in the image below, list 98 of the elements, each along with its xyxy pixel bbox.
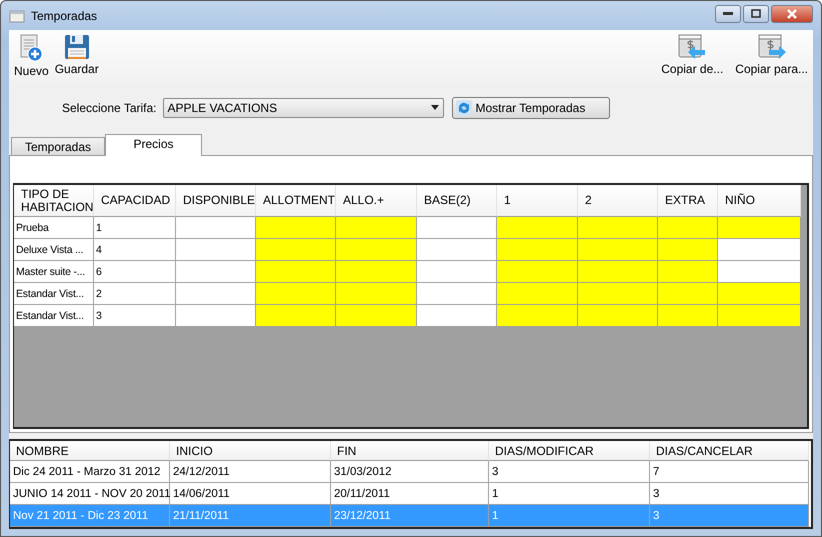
column-header[interactable]: DISPONIBLE [176,185,256,218]
table-cell[interactable] [336,283,417,306]
table-cell[interactable] [256,305,336,328]
table-cell[interactable] [578,261,658,284]
table-cell[interactable] [417,305,497,328]
table-cell[interactable] [176,217,256,240]
dollar-arrow-left-icon [677,34,708,60]
column-header[interactable]: TIPO DE HABITACION [14,185,94,218]
table-cell[interactable] [578,283,658,306]
table-cell[interactable] [497,217,578,240]
table-cell[interactable] [176,305,256,328]
table-cell[interactable]: 3 [489,461,650,483]
tab[interactable]: Temporadas [11,137,105,156]
table-cell[interactable] [658,217,718,240]
new-document-icon [19,34,44,62]
table-cell[interactable]: 7 [650,461,809,483]
table-cell[interactable]: Deluxe Vista ... [14,239,94,262]
table-cell[interactable]: Prueba [14,217,94,240]
table-cell[interactable] [658,283,718,306]
table-cell[interactable] [658,305,718,328]
table-cell[interactable]: Dic 24 2011 - Marzo 31 2012 [10,461,170,483]
minimize-button[interactable] [715,4,741,22]
column-header[interactable]: DIAS/MODIFICAR [489,441,650,461]
table-cell[interactable] [176,239,256,262]
table-cell[interactable] [336,239,417,262]
table-cell[interactable] [256,217,336,240]
tarifa-dropdown[interactable]: APPLE VACATIONS [162,98,444,118]
table-cell[interactable] [256,239,336,262]
calendar-icon [9,8,25,22]
table-cell[interactable] [417,261,497,284]
maximize-button[interactable] [743,4,769,22]
tab[interactable]: Precios [105,134,202,156]
table-cell[interactable] [336,261,417,284]
table-cell[interactable] [497,261,578,284]
table-cell[interactable]: 2 [94,283,176,306]
table-cell[interactable]: Estandar Vist... [14,305,94,328]
table-cell[interactable]: JUNIO 14 2011 - NOV 20 2011 [10,483,170,505]
column-header[interactable]: NIÑO [718,185,801,218]
table-cell[interactable]: 1 [489,483,650,505]
table-cell[interactable] [336,305,417,328]
table-cell[interactable] [497,283,578,306]
column-header[interactable]: EXTRA [658,185,718,218]
table-cell[interactable] [718,283,801,306]
table-cell[interactable] [256,261,336,284]
table-cell[interactable] [718,261,801,284]
table-cell[interactable]: 1 [94,217,176,240]
column-header[interactable]: 1 [497,185,578,218]
column-header[interactable]: FIN [331,441,489,461]
minimize-icon [723,12,733,16]
table-cell[interactable]: 24/12/2011 [170,461,331,483]
table-cell[interactable]: 4 [94,239,176,262]
tarifa-value: APPLE VACATIONS [168,100,278,115]
table-cell[interactable]: 31/03/2012 [331,461,489,483]
table-cell[interactable] [578,217,658,240]
copy-to-button[interactable]: Copiar para... [732,30,811,88]
new-button[interactable]: Nuevo [11,30,52,88]
table-cell[interactable] [718,239,801,262]
column-header[interactable]: ALLO.+ [336,185,417,218]
table-cell[interactable] [176,283,256,306]
window-title: Temporadas [31,8,98,22]
table-cell[interactable] [578,239,658,262]
column-header[interactable]: CAPACIDAD [94,185,176,218]
table-cell[interactable] [658,261,718,284]
table-cell[interactable]: Estandar Vist... [14,283,94,306]
table-cell[interactable] [718,305,801,328]
table-cell[interactable]: 6 [94,261,176,284]
column-header[interactable]: ALLOTMENT [256,185,336,218]
copy-from-button[interactable]: Copiar de... [658,30,726,88]
caret-icon [430,105,438,110]
table-cell[interactable] [176,261,256,284]
tarifa-label: Seleccione Tarifa: [62,100,156,115]
table-cell[interactable] [718,217,801,240]
table-cell[interactable] [658,239,718,262]
table-cell[interactable] [497,239,578,262]
table-cell[interactable]: 3 [94,305,176,328]
maximize-icon [751,9,761,18]
table-cell[interactable] [578,305,658,328]
save-button[interactable]: Guardar [52,30,102,88]
column-header[interactable]: BASE(2) [417,185,497,218]
column-header[interactable]: 2 [578,185,658,218]
table-cell[interactable] [417,217,497,240]
dollar-arrow-right-icon [756,34,787,60]
close-icon [786,8,798,18]
column-header[interactable]: INICIO [170,441,331,461]
table-cell[interactable]: 20/11/2011 [331,483,489,505]
table-cell[interactable] [336,217,417,240]
table-cell[interactable]: 14/06/2011 [170,483,331,505]
table-cell[interactable] [417,239,497,262]
table-cell[interactable] [417,283,497,306]
table-cell[interactable] [497,305,578,328]
table-cell[interactable]: Master suite -... [14,261,94,284]
table-cell[interactable]: 3 [650,483,809,505]
show-seasons-button[interactable]: Mostrar Temporadas [452,96,610,119]
close-button[interactable] [771,4,813,22]
table-cell[interactable] [256,283,336,306]
refresh-icon [456,100,472,116]
column-header[interactable]: NOMBRE [10,441,170,461]
column-header[interactable]: DIAS/CANCELAR [650,441,809,461]
